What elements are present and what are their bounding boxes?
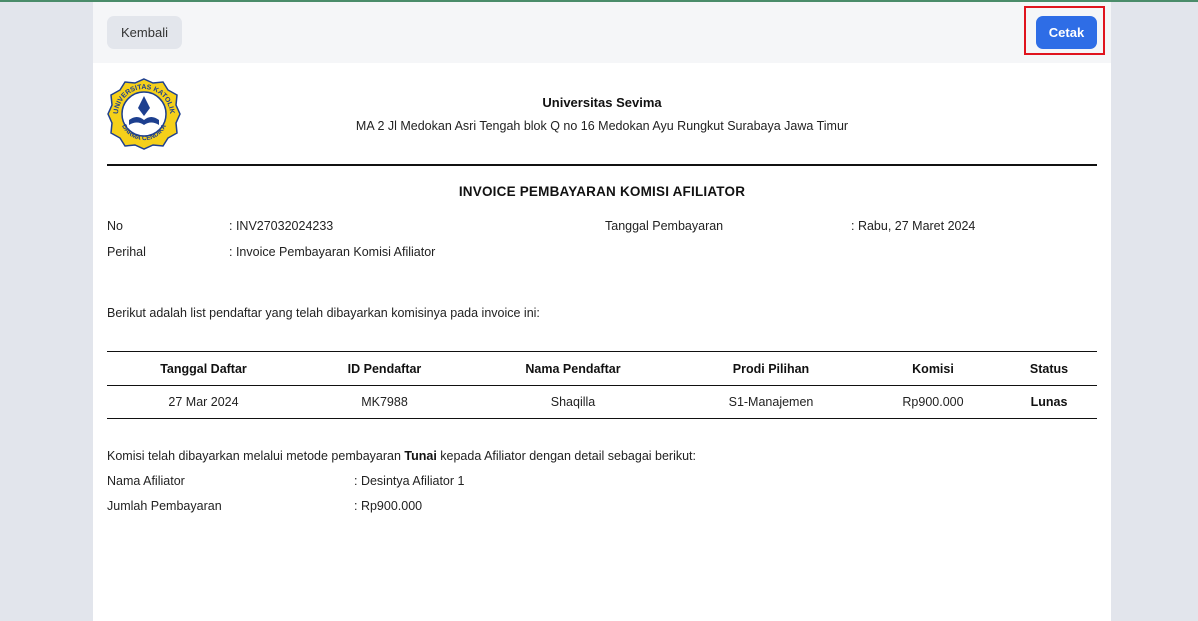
payment-text-after: kepada Afiliator dengan detail sebagai b…	[436, 449, 697, 463]
registrants-table: Tanggal Daftar ID Pendaftar Nama Pendaft…	[107, 351, 1097, 419]
payment-amount-label: Jumlah Pembayaran	[107, 499, 222, 513]
payment-date-label: Tanggal Pembayaran	[605, 219, 724, 233]
col-header-registration-date: Tanggal Daftar	[107, 351, 300, 386]
university-logo: UNIVERSITAS KATOLIK DARMA CENDIKA	[107, 78, 181, 150]
subject-label: Perihal	[107, 245, 146, 259]
affiliate-name-value: : Desintya Afiliator 1	[354, 474, 465, 488]
cell-registration-date: 27 Mar 2024	[107, 385, 300, 419]
invoice-panel: Kembali Cetak UNIVERSITAS KATOLIK DARMA …	[93, 2, 1111, 621]
col-header-registrant-id: ID Pendaftar	[300, 351, 469, 386]
payment-text-before: Komisi telah dibayarkan melalui metode p…	[107, 449, 405, 463]
university-name: Universitas Sevima	[542, 95, 662, 110]
col-header-registrant-name: Nama Pendaftar	[469, 351, 677, 386]
print-button[interactable]: Cetak	[1036, 16, 1097, 49]
toolbar: Kembali Cetak	[93, 2, 1111, 63]
payment-date-value: : Rabu, 27 Maret 2024	[851, 219, 976, 233]
cell-registrant-id: MK7988	[300, 385, 469, 419]
col-header-commission: Komisi	[865, 351, 1001, 386]
intro-text: Berikut adalah list pendaftar yang telah…	[107, 306, 540, 320]
col-header-study-program: Prodi Pilihan	[677, 351, 865, 386]
table-row: 27 Mar 2024 MK7988 Shaqilla S1-Manajemen…	[107, 385, 1097, 419]
cell-commission: Rp900.000	[865, 385, 1001, 419]
invoice-no-label: No	[107, 219, 123, 233]
table-header-row: Tanggal Daftar ID Pendaftar Nama Pendaft…	[107, 351, 1097, 386]
header-divider	[107, 164, 1097, 166]
subject-value: : Invoice Pembayaran Komisi Afiliator	[229, 245, 436, 259]
col-header-status: Status	[1001, 351, 1097, 386]
invoice-no-value: : INV27032024233	[229, 219, 334, 233]
payment-method: Tunai	[404, 449, 437, 463]
cell-registrant-name: Shaqilla	[469, 385, 677, 419]
invoice-title: INVOICE PEMBAYARAN KOMISI AFILIATOR	[458, 184, 746, 199]
payment-amount-value: : Rp900.000	[354, 499, 423, 513]
payment-method-text: Komisi telah dibayarkan melalui metode p…	[107, 449, 696, 463]
back-button[interactable]: Kembali	[107, 16, 182, 49]
affiliate-name-label: Nama Afiliator	[107, 474, 185, 488]
cell-status: Lunas	[1001, 385, 1097, 419]
university-address: MA 2 Jl Medokan Asri Tengah blok Q no 16…	[355, 119, 849, 133]
cell-study-program: S1-Manajemen	[677, 385, 865, 419]
